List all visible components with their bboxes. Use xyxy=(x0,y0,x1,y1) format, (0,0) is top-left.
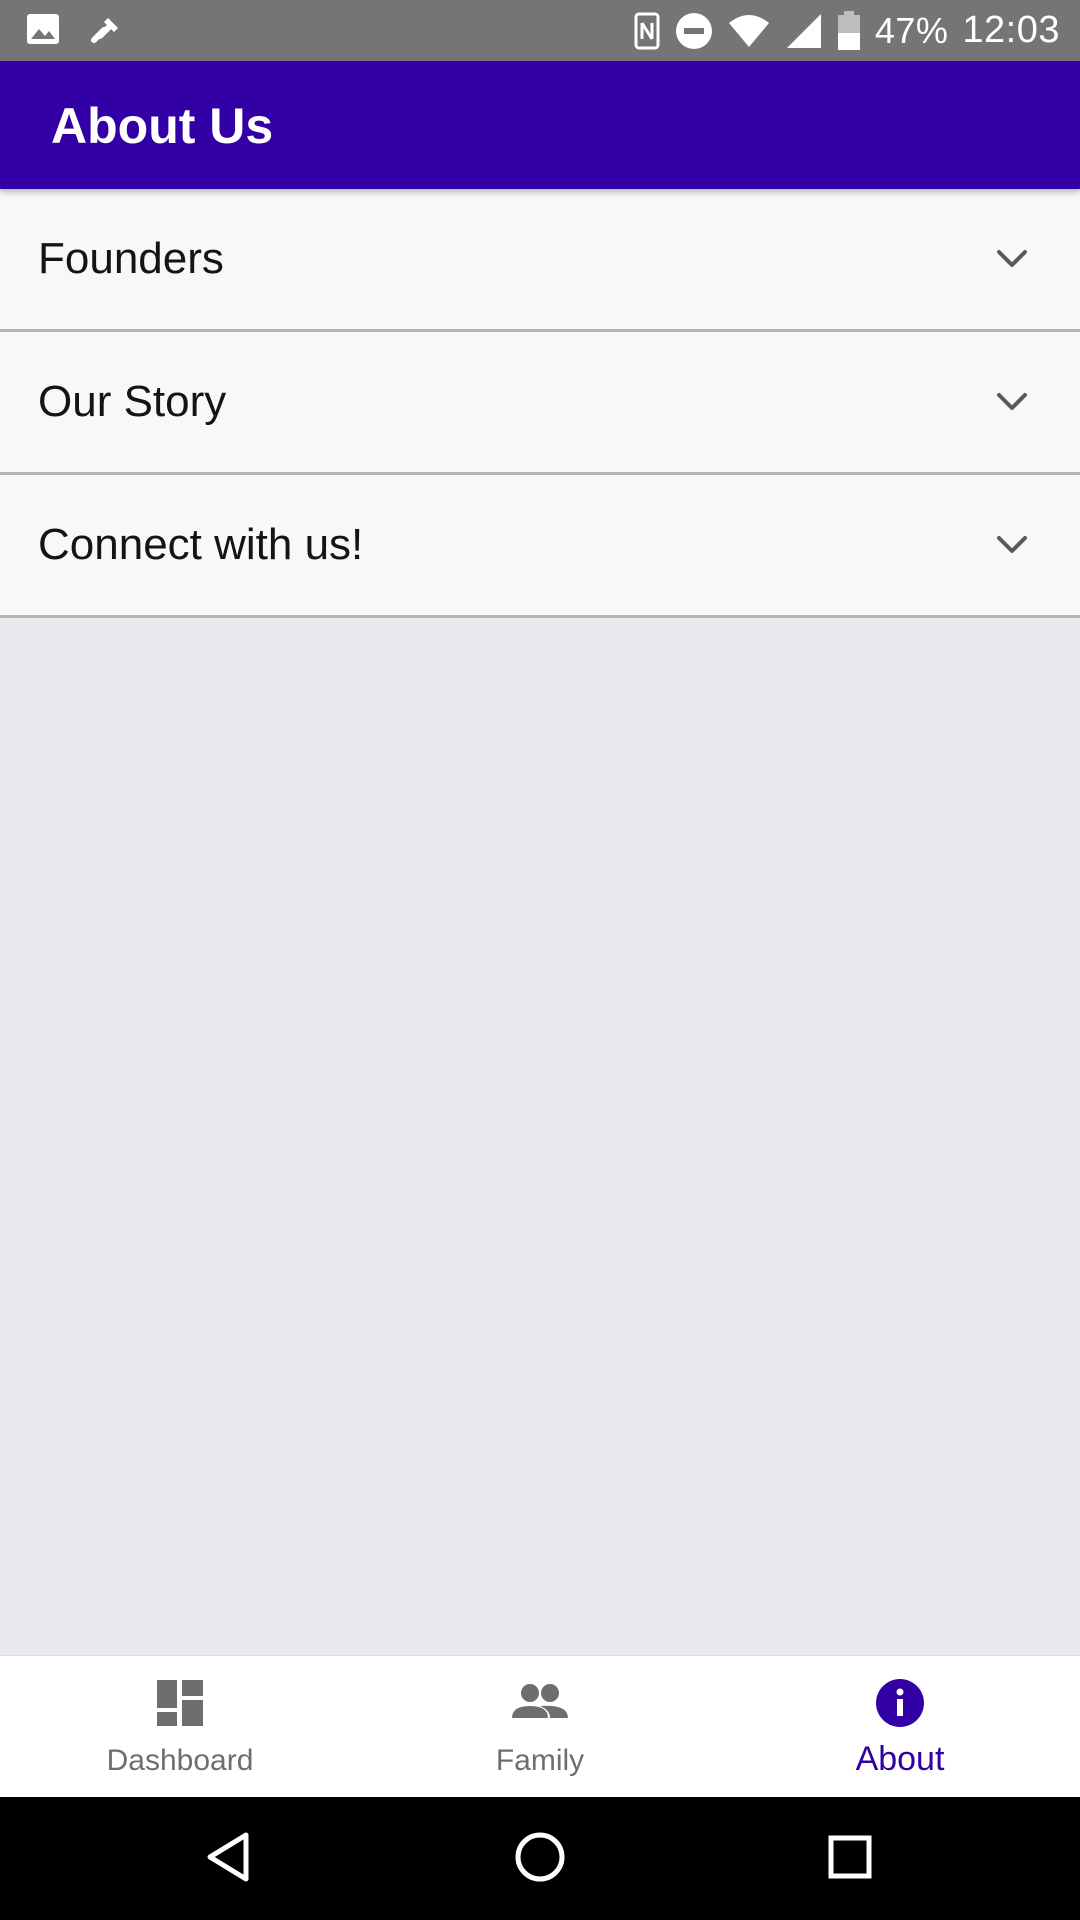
info-icon xyxy=(876,1679,924,1727)
nav-label-dashboard: Dashboard xyxy=(106,1744,254,1777)
wifi-icon xyxy=(728,14,769,47)
accordion-item-label: Connect with us! xyxy=(38,520,364,569)
chevron-down-icon[interactable] xyxy=(994,241,1030,277)
accordion-item-founders[interactable]: Founders xyxy=(0,189,1080,332)
nav-label-about: About xyxy=(855,1740,945,1778)
accordion-item-label: Founders xyxy=(38,234,224,283)
accordion-item-connect[interactable]: Connect with us! xyxy=(0,475,1080,618)
nav-item-dashboard[interactable]: Dashboard xyxy=(0,1656,360,1798)
status-bar: 47% 12:03 xyxy=(0,0,1080,61)
battery-icon xyxy=(837,10,860,50)
nav-item-family[interactable]: Family xyxy=(360,1656,720,1798)
status-time: 12:03 xyxy=(962,9,1060,51)
battery-percent: 47% xyxy=(874,9,949,51)
bottom-nav: Dashboard Family About xyxy=(0,1655,1080,1798)
nav-item-about[interactable]: About xyxy=(720,1656,1080,1798)
signal-icon xyxy=(786,13,821,48)
system-nav-bar xyxy=(0,1797,1080,1920)
chevron-down-icon[interactable] xyxy=(994,527,1030,563)
page-title: About Us xyxy=(51,98,274,154)
nav-label-family: Family xyxy=(495,1744,585,1777)
home-icon[interactable] xyxy=(510,1827,570,1887)
image-icon xyxy=(27,14,59,44)
people-icon xyxy=(512,1684,568,1718)
tool-icon xyxy=(91,18,118,43)
nfc-icon xyxy=(634,12,660,49)
about-accordion: Founders Our Story Connect with us! xyxy=(0,189,1080,618)
recents-icon[interactable] xyxy=(820,1827,880,1887)
accordion-item-label: Our Story xyxy=(38,377,227,426)
app-bar: About Us xyxy=(0,61,1080,189)
dashboard-icon xyxy=(157,1680,203,1726)
dnd-icon xyxy=(675,12,712,49)
accordion-item-our-story[interactable]: Our Story xyxy=(0,332,1080,475)
back-icon[interactable] xyxy=(200,1827,260,1887)
chevron-down-icon[interactable] xyxy=(994,384,1030,420)
